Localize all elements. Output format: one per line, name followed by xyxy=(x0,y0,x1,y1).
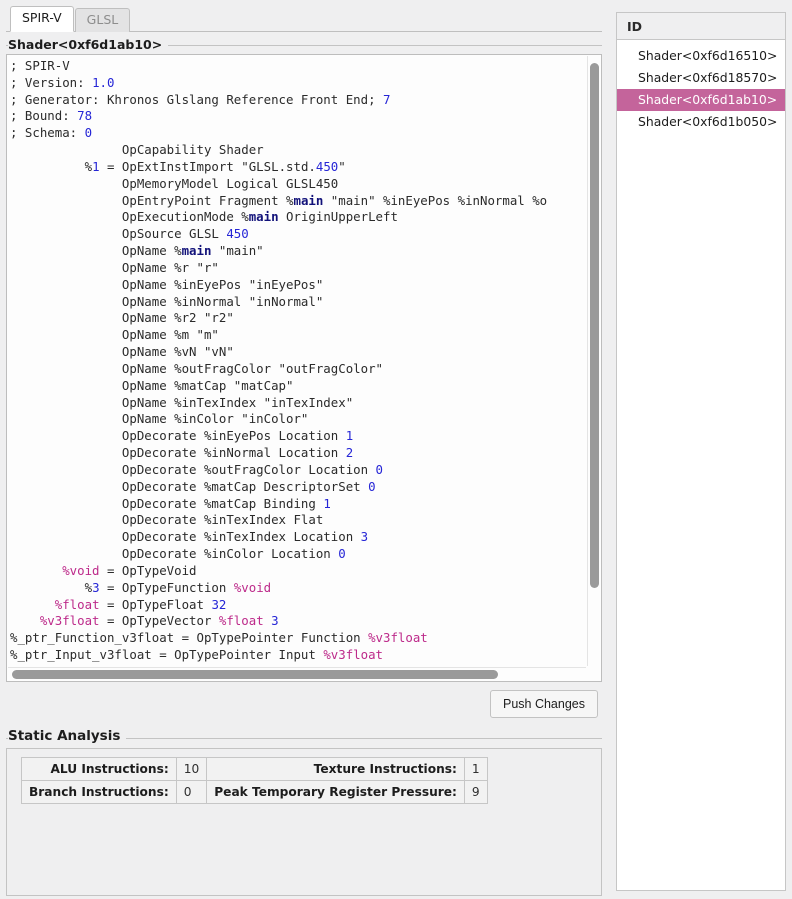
static-analysis-title: Static Analysis xyxy=(8,729,126,743)
shader-groupbox: Shader<0xf6d1ab10> ; SPIR-V ; Version: 1… xyxy=(6,39,602,682)
tab-spir-v[interactable]: SPIR-V xyxy=(10,6,74,32)
tab-glsl-label: GLSL xyxy=(87,12,119,27)
static-analysis-body: ALU Instructions: 10 Texture Instruction… xyxy=(6,730,602,896)
list-item[interactable]: Shader<0xf6d16510> xyxy=(617,45,785,67)
editor-vertical-scrollbar[interactable] xyxy=(587,56,600,666)
push-changes-button[interactable]: Push Changes xyxy=(490,690,598,718)
peak-register-pressure-label: Peak Temporary Register Pressure: xyxy=(207,781,465,804)
texture-instructions-value: 1 xyxy=(464,758,487,781)
list-item[interactable]: Shader<0xf6d1b050> xyxy=(617,111,785,133)
shader-inspector-window: SPIR-V GLSL Shader<0xf6d1ab10> ; SPIR-V … xyxy=(0,0,792,899)
alu-instructions-label: ALU Instructions: xyxy=(22,758,177,781)
list-item[interactable]: Shader<0xf6d18570> xyxy=(617,67,785,89)
horizontal-scrollbar-thumb[interactable] xyxy=(12,670,498,679)
id-column-header: ID xyxy=(617,13,785,40)
shader-groupbox-title: Shader<0xf6d1ab10> xyxy=(8,38,168,52)
list-item[interactable]: Shader<0xf6d1ab10> xyxy=(617,89,785,111)
shader-groupbox-body: ; SPIR-V ; Version: 1.0 ; Generator: Khr… xyxy=(6,39,602,682)
spirv-code-editor[interactable]: ; SPIR-V ; Version: 1.0 ; Generator: Khr… xyxy=(6,54,602,682)
id-list-panel: ID Shader<0xf6d16510>Shader<0xf6d18570>S… xyxy=(616,12,786,891)
editor-action-row: Push Changes xyxy=(6,682,602,718)
spirv-code-text[interactable]: ; SPIR-V ; Version: 1.0 ; Generator: Khr… xyxy=(7,55,587,667)
table-row: Branch Instructions: 0 Peak Temporary Re… xyxy=(22,781,488,804)
vertical-scrollbar-thumb[interactable] xyxy=(590,63,599,588)
alu-instructions-value: 10 xyxy=(176,758,207,781)
id-pane: ID Shader<0xf6d16510>Shader<0xf6d18570>S… xyxy=(608,0,792,899)
shader-language-tabs: SPIR-V GLSL xyxy=(6,6,602,32)
branch-instructions-label: Branch Instructions: xyxy=(22,781,177,804)
static-analysis-table: ALU Instructions: 10 Texture Instruction… xyxy=(21,757,488,804)
peak-register-pressure-value: 9 xyxy=(464,781,487,804)
static-analysis-groupbox: Static Analysis ALU Instructions: 10 Tex… xyxy=(6,730,602,896)
texture-instructions-label: Texture Instructions: xyxy=(207,758,465,781)
table-row: ALU Instructions: 10 Texture Instruction… xyxy=(22,758,488,781)
editor-horizontal-scrollbar[interactable] xyxy=(8,667,586,680)
scrollbar-corner xyxy=(587,667,600,680)
static-analysis-frame: ALU Instructions: 10 Texture Instruction… xyxy=(6,748,602,896)
id-list[interactable]: Shader<0xf6d16510>Shader<0xf6d18570>Shad… xyxy=(617,40,785,133)
shader-pane: SPIR-V GLSL Shader<0xf6d1ab10> ; SPIR-V … xyxy=(0,0,608,899)
tab-glsl[interactable]: GLSL xyxy=(75,8,131,32)
branch-instructions-value: 0 xyxy=(176,781,207,804)
tab-spir-v-label: SPIR-V xyxy=(22,10,62,25)
